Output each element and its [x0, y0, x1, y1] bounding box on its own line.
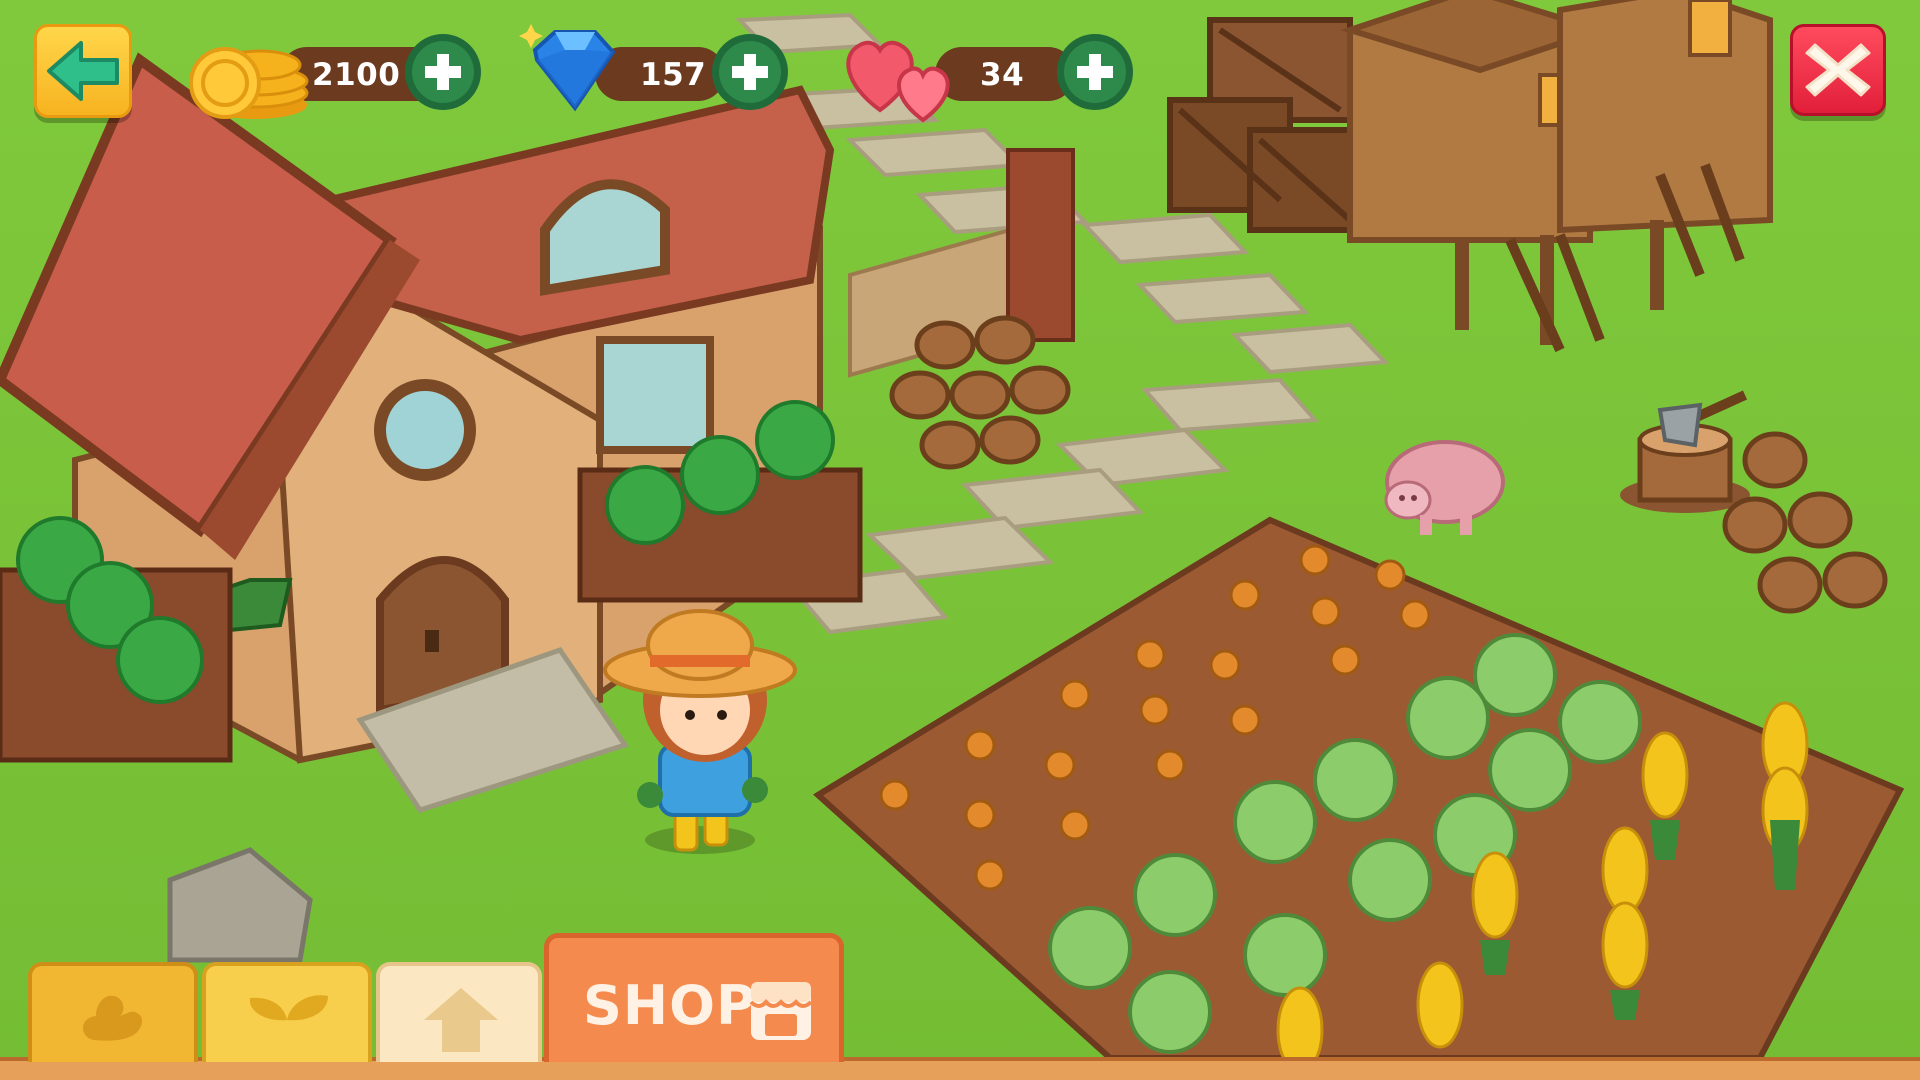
sprout-icon [249, 995, 328, 1048]
lives-value: 34 [980, 57, 1025, 93]
tab-animals[interactable] [28, 962, 198, 1062]
diamond-icon [519, 24, 616, 112]
shop-label: SHOP [583, 974, 757, 1037]
plus-icon [1077, 54, 1113, 90]
plus-icon [732, 54, 768, 90]
coin-stack-icon [189, 47, 309, 119]
close-x-icon [1805, 43, 1871, 97]
plus-icon [425, 54, 461, 90]
arrow-left-icon [47, 41, 119, 101]
game-screen: 2100 157 34 SHOP [0, 0, 1920, 1080]
duck-icon [83, 995, 143, 1041]
coins-value: 2100 [312, 57, 401, 93]
back-button[interactable] [34, 24, 132, 118]
gems-value: 157 [640, 57, 707, 93]
tab-upgrade[interactable] [376, 962, 542, 1062]
add-gems-button[interactable] [712, 34, 788, 110]
farm-scene [0, 0, 1920, 1080]
close-button[interactable] [1790, 24, 1886, 116]
shop-stall-icon [749, 982, 813, 1040]
add-coins-button[interactable] [405, 34, 481, 110]
hearts-icon [846, 40, 950, 123]
add-lives-button[interactable] [1057, 34, 1133, 110]
tab-crops[interactable] [202, 962, 372, 1062]
tab-shop[interactable]: SHOP [544, 933, 844, 1062]
house-arrow-icon [424, 988, 498, 1052]
